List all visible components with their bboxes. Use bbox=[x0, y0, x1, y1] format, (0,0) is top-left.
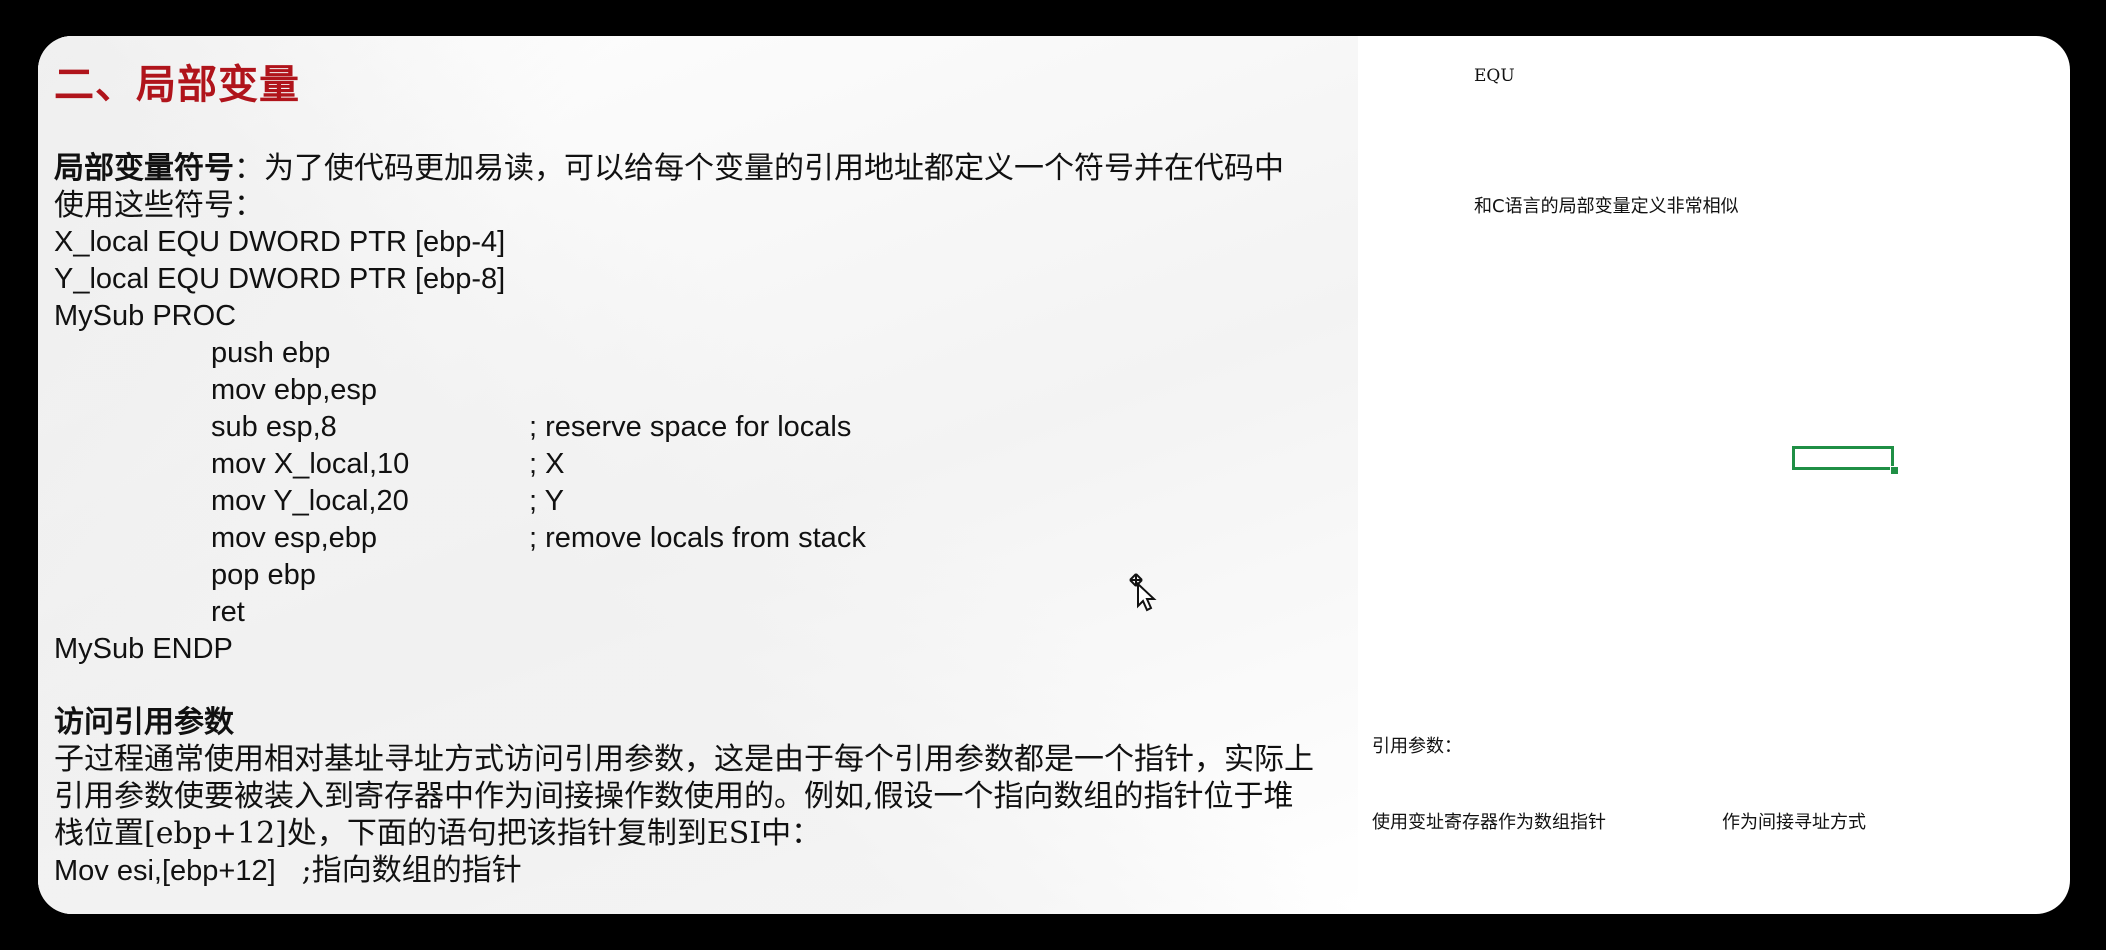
code-line: mov ebp,esp bbox=[211, 374, 378, 406]
c-similarity-note: 和C语言的局部变量定义非常相似 bbox=[1474, 196, 1739, 217]
section2-line: 子过程通常使用相对基址寻址方式访问引用参数，这是由于每个引用参数都是一个指针，实… bbox=[54, 742, 1314, 777]
section2-line: 栈位置[ebp+12]处，下面的语句把该指针复制到ESI中： bbox=[54, 816, 822, 851]
code-line: Y_local EQU DWORD PTR [ebp-8] bbox=[54, 263, 506, 295]
code-line: MySub PROC bbox=[54, 300, 237, 332]
slide-title: 二、局部变量 bbox=[54, 61, 300, 108]
section2-code-line: Mov esi,[ebp+12] ;指向数组的指针 bbox=[54, 852, 522, 890]
code-comment: ; X bbox=[529, 448, 565, 480]
code-line: MySub ENDP bbox=[54, 633, 233, 665]
section2-code-comment: ;指向数组的指针 bbox=[301, 853, 522, 888]
section2-code: Mov esi,[ebp+12] bbox=[54, 855, 276, 887]
code-line: mov esp,ebp bbox=[211, 522, 378, 554]
section1-heading: 局部变量符号 bbox=[54, 151, 234, 186]
ref-params-note: 引用参数： bbox=[1372, 736, 1462, 757]
code-line: mov Y_local,20 bbox=[211, 485, 409, 517]
equ-note: EQU bbox=[1474, 66, 1515, 86]
slide: 二、局部变量 局部变量符号：为了使代码更加易读，可以给每个变量的引用地址都定义一… bbox=[38, 36, 1358, 914]
section1-intro: 局部变量符号：为了使代码更加易读，可以给每个变量的引用地址都定义一个符号并在代码… bbox=[54, 150, 1284, 187]
code-line: mov X_local,10 bbox=[211, 448, 410, 480]
section2-line: 引用参数使要被装入到寄存器中作为间接操作数使用的。例如,假设一个指向数组的指针位… bbox=[54, 779, 1294, 814]
notes-panel: EQU 和C语言的局部变量定义非常相似 引用参数： 使用变址寄存器作为数组指针 … bbox=[1358, 36, 2070, 914]
selected-cell[interactable] bbox=[1792, 446, 1894, 470]
section1-intro-line1: ：为了使代码更加易读，可以给每个变量的引用地址都定义一个符号并在代码中 bbox=[234, 151, 1284, 186]
fill-handle[interactable] bbox=[1890, 466, 1899, 475]
code-comment: ; Y bbox=[529, 485, 564, 517]
code-comment: ; remove locals from stack bbox=[529, 522, 866, 554]
indirect-addressing-note: 作为间接寻址方式 bbox=[1722, 812, 1866, 833]
code-line: sub esp,8 bbox=[211, 411, 337, 443]
code-line: push ebp bbox=[211, 337, 331, 369]
move-cursor-icon bbox=[1126, 572, 1160, 618]
code-line: pop ebp bbox=[211, 559, 316, 591]
section1-intro-line2: 使用这些符号： bbox=[54, 188, 264, 223]
code-comment: ; reserve space for locals bbox=[529, 411, 852, 443]
code-line: X_local EQU DWORD PTR [ebp-4] bbox=[54, 226, 506, 258]
presentation-frame: 二、局部变量 局部变量符号：为了使代码更加易读，可以给每个变量的引用地址都定义一… bbox=[38, 36, 2070, 914]
section2-heading: 访问引用参数 bbox=[54, 705, 234, 740]
code-line: ret bbox=[211, 596, 245, 628]
array-pointer-note: 使用变址寄存器作为数组指针 bbox=[1372, 812, 1606, 833]
